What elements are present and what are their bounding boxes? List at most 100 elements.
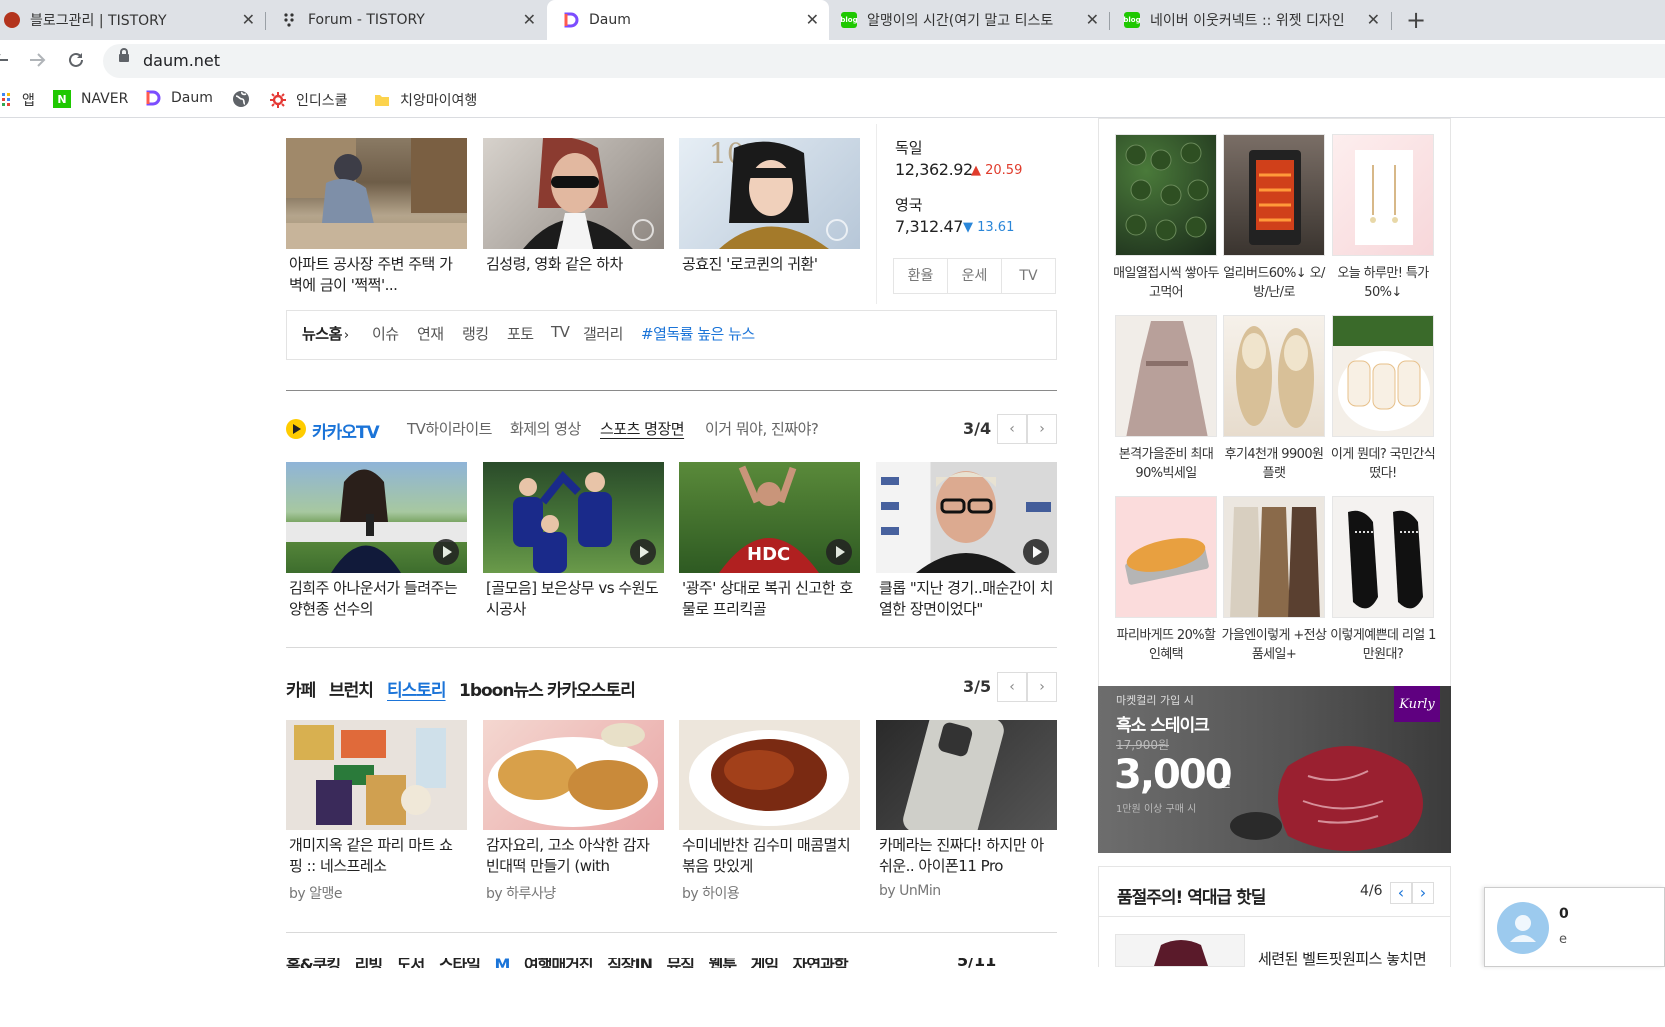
tab-tv[interactable]: TV bbox=[1002, 259, 1055, 293]
cafe-tab-1boon[interactable]: 1boon뉴스 bbox=[459, 676, 544, 701]
post-author[interactable]: by 알맹e bbox=[289, 883, 343, 903]
news-photo-gonghyojin[interactable]: 10 bbox=[679, 138, 860, 249]
shop-thumb-dress[interactable] bbox=[1115, 315, 1217, 437]
shop-thumb-bread[interactable] bbox=[1115, 496, 1217, 618]
cafe-tab-kakaostory[interactable]: 카카오스토리 bbox=[547, 676, 636, 701]
video-caption[interactable]: [골모음] 보은상무 vs 수원도시공사 bbox=[486, 578, 661, 620]
news-caption[interactable]: 아파트 공사장 주변 주택 가 벽에 금이 '쩍쩍'... bbox=[289, 254, 464, 296]
forward-icon[interactable] bbox=[28, 50, 48, 73]
bottom-nav-item[interactable]: 게임 bbox=[751, 958, 779, 968]
news-nav-ranking[interactable]: 랭킹 bbox=[462, 323, 489, 344]
new-tab-button[interactable]: + bbox=[1406, 6, 1426, 34]
news-caption[interactable]: 김성령, 영화 같은 하차 bbox=[486, 254, 661, 275]
shop-caption[interactable]: 이렇게예쁜데 리얼 1만원대? bbox=[1329, 626, 1437, 664]
cafe-prev-button[interactable]: ‹ bbox=[997, 672, 1027, 702]
shop-caption[interactable]: 본격가을준비 최대90%빅세일 bbox=[1112, 445, 1220, 483]
post-author[interactable]: by UnMin bbox=[879, 883, 941, 899]
video-thumb-klopp[interactable] bbox=[876, 462, 1057, 573]
bottom-nav-item[interactable]: 도서 bbox=[397, 958, 425, 968]
news-nav-series[interactable]: 연재 bbox=[417, 323, 444, 344]
bottom-nav-item[interactable]: 웹툰 bbox=[709, 958, 737, 968]
post-caption[interactable]: 감자요리, 고소 아삭한 감자 빈대떡 만들기 (with bbox=[486, 835, 661, 877]
address-bar[interactable]: daum.net bbox=[103, 44, 1665, 78]
bookmark-chiangmai[interactable]: 치앙마이여행 bbox=[374, 90, 477, 110]
bookmark-naver[interactable]: N NAVER bbox=[53, 90, 128, 108]
bottom-nav-item[interactable]: 자연과학 bbox=[793, 958, 849, 968]
news-nav-photo[interactable]: 포토 bbox=[507, 323, 534, 344]
cafe-tab-tistory[interactable]: 티스토리 bbox=[387, 676, 447, 701]
bottom-nav-item[interactable]: 리빙 bbox=[355, 958, 383, 968]
kakaotv-logo[interactable]: 카카오TV bbox=[312, 418, 380, 443]
news-hashtag-link[interactable]: #열독률 높은 뉴스 bbox=[641, 323, 755, 344]
post-caption[interactable]: 카메라는 진짜다! 하지만 아쉬운.. 아이폰11 Pro bbox=[879, 835, 1054, 877]
tab-fortune[interactable]: 운세 bbox=[948, 259, 1002, 293]
reload-icon[interactable] bbox=[66, 50, 86, 73]
close-tab-icon[interactable]: ✕ bbox=[1086, 12, 1099, 28]
bottom-nav-item[interactable]: 뮤직 bbox=[667, 958, 695, 968]
post-caption[interactable]: 개미지옥 같은 파리 마트 쇼핑 :: 네스프레소 bbox=[289, 835, 464, 877]
close-tab-icon[interactable]: ✕ bbox=[242, 12, 255, 28]
tab-naver-widget[interactable]: blog 네이버 이웃커넥트 :: 위젯 디자인 ✕ bbox=[1110, 0, 1390, 40]
back-icon[interactable] bbox=[0, 50, 10, 73]
deal-next-button[interactable]: › bbox=[1412, 882, 1434, 904]
video-caption[interactable]: '광주' 상대로 복귀 신고한 호물로 프리킥골 bbox=[682, 578, 857, 620]
news-nav-tv[interactable]: TV bbox=[551, 323, 570, 341]
news-nav-gallery[interactable]: 갤러리 bbox=[583, 323, 623, 344]
tab-exchange[interactable]: 환율 bbox=[894, 259, 948, 293]
video-thumb-announcer[interactable] bbox=[286, 462, 467, 573]
kakaotv-tab-whatisthis[interactable]: 이거 뭐야, 진짜야? bbox=[705, 418, 819, 439]
post-caption[interactable]: 수미네반찬 김수미 매콤멸치볶음 맛있게 bbox=[682, 835, 857, 877]
post-author[interactable]: by 하이용 bbox=[682, 883, 740, 903]
kakaotv-tab-sports[interactable]: 스포츠 명장면 bbox=[600, 418, 685, 439]
shop-caption[interactable]: 매일열접시씩 쌓아두고먹어 bbox=[1112, 264, 1220, 302]
kakaotv-tab-highlight[interactable]: TV하이라이트 bbox=[407, 418, 492, 439]
shop-caption[interactable]: 오늘 하루만! 특가 50%↓ bbox=[1329, 264, 1437, 302]
shop-thumb-skewer[interactable] bbox=[1115, 134, 1217, 256]
post-thumb-potato-pancake[interactable] bbox=[483, 720, 664, 830]
bottom-nav-item[interactable]: M bbox=[495, 958, 511, 968]
cafe-tab-brunch[interactable]: 브런치 bbox=[329, 676, 374, 701]
shop-caption[interactable]: 후기4천개 9900원플랫 bbox=[1220, 445, 1328, 483]
shop-thumb-heater[interactable] bbox=[1223, 134, 1325, 256]
news-home-link[interactable]: 뉴스홈 › bbox=[302, 323, 349, 344]
cafe-tab-cafe[interactable]: 카페 bbox=[286, 676, 316, 701]
post-thumb-anchovy[interactable] bbox=[679, 720, 860, 830]
shop-thumb-earring[interactable] bbox=[1332, 134, 1434, 256]
post-thumb-iphone11[interactable] bbox=[876, 720, 1057, 830]
kakaotv-next-button[interactable]: › bbox=[1027, 414, 1057, 444]
shop-caption[interactable]: 파리바게뜨 20%할인혜택 bbox=[1112, 626, 1220, 664]
shop-caption[interactable]: 이게 뭔데? 국민간식떴다! bbox=[1329, 445, 1437, 483]
video-caption[interactable]: 김희주 아나운서가 들려주는 양현종 선수의 bbox=[289, 578, 464, 620]
bookmark-globe[interactable] bbox=[232, 90, 258, 107]
shop-caption[interactable]: 얼리버드60%↓ 오/방/난/로 bbox=[1220, 264, 1328, 302]
tab-daum[interactable]: Daum ✕ bbox=[547, 0, 829, 40]
post-thumb-paris-mart[interactable] bbox=[286, 720, 467, 830]
news-photo-kimsungryung[interactable] bbox=[483, 138, 664, 249]
tab-forum[interactable]: Forum - TISTORY ✕ bbox=[266, 0, 546, 40]
news-photo-apartment[interactable] bbox=[286, 138, 467, 249]
cafe-next-button[interactable]: › bbox=[1027, 672, 1057, 702]
bottom-nav-item[interactable]: 홈&쿠킹 bbox=[286, 958, 341, 968]
kurly-ad-banner[interactable]: 마켓컬리 가입 시 흑소 스테이크 17,900원 3,000 원 1만원 이상… bbox=[1098, 686, 1451, 853]
deal-prev-button[interactable]: ‹ bbox=[1390, 882, 1412, 904]
shop-thumb-shoes[interactable] bbox=[1332, 496, 1434, 618]
shop-thumb-flats[interactable] bbox=[1223, 315, 1325, 437]
kakaotv-tab-trending[interactable]: 화제의 영상 bbox=[510, 418, 581, 439]
bookmark-indischool[interactable]: 인디스쿨 bbox=[270, 90, 348, 110]
shop-caption[interactable]: 가을엔이렇게 +전상품세일+ bbox=[1220, 626, 1328, 664]
video-thumb-goals[interactable] bbox=[483, 462, 664, 573]
bottom-nav-item[interactable]: 여행매거진 bbox=[524, 958, 594, 968]
bottom-nav-item[interactable]: 직장IN bbox=[607, 958, 653, 968]
deal-item-text[interactable]: 세련된 벨트핏원피스 놓치면 bbox=[1258, 948, 1427, 969]
tab-blog-admin[interactable]: 블로그관리 | TISTORY ✕ bbox=[0, 0, 265, 40]
bookmark-apps[interactable]: 앱 bbox=[0, 90, 35, 110]
deal-thumb[interactable] bbox=[1115, 934, 1245, 967]
chat-widget[interactable]: 0 e bbox=[1484, 887, 1665, 967]
bookmark-daum[interactable]: Daum bbox=[145, 90, 213, 106]
news-nav-issue[interactable]: 이슈 bbox=[372, 323, 399, 344]
close-tab-icon[interactable]: ✕ bbox=[806, 12, 819, 28]
shop-thumb-snack[interactable] bbox=[1332, 315, 1434, 437]
shop-thumb-coats[interactable] bbox=[1223, 496, 1325, 618]
kakaotv-prev-button[interactable]: ‹ bbox=[997, 414, 1027, 444]
news-caption[interactable]: 공효진 '로코퀸의 귀환' bbox=[682, 254, 857, 275]
